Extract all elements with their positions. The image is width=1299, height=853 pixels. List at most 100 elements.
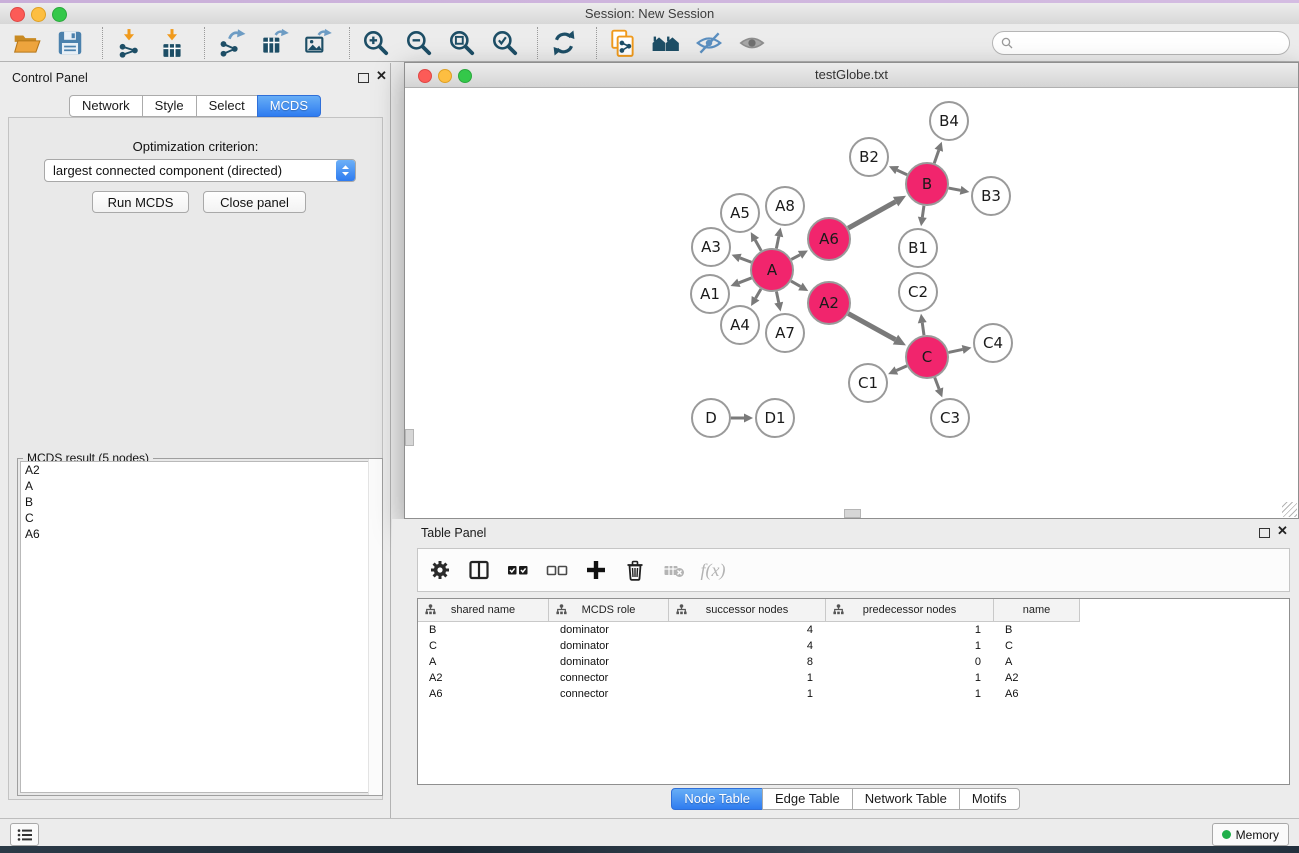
close-window-button[interactable]	[10, 7, 25, 22]
save-session-icon[interactable]	[55, 28, 85, 58]
tab-edge-table[interactable]: Edge Table	[762, 788, 853, 810]
edge-A-A2[interactable]	[791, 281, 800, 286]
edge-A-A1[interactable]	[739, 278, 752, 283]
edge-B-B3[interactable]	[949, 188, 961, 190]
canvas-bottom-grip[interactable]	[844, 509, 861, 518]
show-panels-list-button[interactable]	[10, 823, 39, 846]
export-image-icon[interactable]	[302, 28, 332, 58]
network-minimize-button[interactable]	[438, 69, 452, 83]
network-zoom-button[interactable]	[458, 69, 472, 83]
zoom-out-icon[interactable]	[404, 28, 434, 58]
window-resize-grip[interactable]	[1282, 502, 1297, 517]
edge-A-A3[interactable]	[740, 258, 751, 262]
edge-B-B2[interactable]	[897, 170, 907, 175]
column-header-shared-name[interactable]: shared name	[418, 599, 549, 621]
network-canvas-svg[interactable]: B4B2BB3A8A5A6B1A3AC2A1A2A4A7CC4C1C3DD1	[405, 88, 1298, 518]
delete-row-icon[interactable]	[622, 557, 648, 583]
network-close-button[interactable]	[418, 69, 432, 83]
hide-selected-icon[interactable]	[694, 28, 724, 58]
tab-motifs[interactable]: Motifs	[959, 788, 1020, 810]
table-options-icon[interactable]	[427, 557, 453, 583]
edge-arrow-A-A8	[774, 228, 783, 238]
edge-A-A6[interactable]	[791, 255, 800, 260]
network-window-titlebar[interactable]: testGlobe.txt	[405, 63, 1298, 88]
cell-predecessor-nodes: 0	[826, 656, 994, 668]
edge-A2-C[interactable]	[848, 314, 895, 340]
function-builder-icon[interactable]: f(x)	[700, 557, 726, 583]
close-panel-icon[interactable]: ✕	[1277, 526, 1288, 536]
tab-select[interactable]: Select	[196, 95, 258, 117]
result-item[interactable]: B	[21, 494, 379, 510]
float-panel-icon[interactable]	[358, 73, 369, 83]
show-columns-icon[interactable]	[466, 557, 492, 583]
deselect-all-icon[interactable]	[544, 557, 570, 583]
tab-style[interactable]: Style	[142, 95, 197, 117]
edge-C-C3[interactable]	[935, 378, 939, 389]
edge-A-A5[interactable]	[755, 240, 761, 251]
run-mcds-button[interactable]: Run MCDS	[92, 191, 189, 213]
import-network-icon[interactable]	[114, 28, 144, 58]
tab-mcds[interactable]: MCDS	[257, 95, 321, 117]
search-box	[992, 31, 1290, 55]
result-item[interactable]: A	[21, 478, 379, 494]
table-panel: Table Panel ✕ f(x) shared nameMCDS roles…	[392, 519, 1299, 818]
column-type-icon	[676, 604, 687, 615]
edge-B-B1[interactable]	[922, 206, 924, 218]
toolbar-separator	[204, 27, 206, 59]
node-label-A5: A5	[730, 204, 750, 222]
search-input[interactable]	[1017, 33, 1289, 53]
minimize-window-button[interactable]	[31, 7, 46, 22]
node-label-A8: A8	[775, 197, 795, 215]
first-neighbors-icon[interactable]	[651, 28, 681, 58]
table-panel-tabs: Node TableEdge TableNetwork TableMotifs	[392, 788, 1299, 810]
table-row[interactable]: Adominator80A	[418, 654, 1289, 670]
memory-button[interactable]: Memory	[1212, 823, 1289, 846]
tab-network-table[interactable]: Network Table	[852, 788, 960, 810]
select-all-icon[interactable]	[505, 557, 531, 583]
open-session-icon[interactable]	[12, 28, 42, 58]
show-all-icon[interactable]	[737, 28, 767, 58]
export-network-icon[interactable]	[216, 28, 246, 58]
column-header-predecessor-nodes[interactable]: predecessor nodes	[826, 599, 994, 621]
edge-B-B4[interactable]	[934, 150, 939, 163]
delete-table-icon[interactable]	[661, 557, 687, 583]
zoom-in-icon[interactable]	[361, 28, 391, 58]
close-panel-button[interactable]: Close panel	[203, 191, 306, 213]
refresh-layout-icon[interactable]	[549, 28, 579, 58]
result-item[interactable]: A2	[21, 462, 379, 478]
new-network-from-selection-icon[interactable]	[608, 28, 638, 58]
column-header-name[interactable]: name	[994, 599, 1079, 621]
result-item[interactable]: A6	[21, 526, 379, 542]
zoom-fit-icon[interactable]	[447, 28, 477, 58]
result-item[interactable]: C	[21, 510, 379, 526]
add-row-icon[interactable]	[583, 557, 609, 583]
edge-A-A4[interactable]	[756, 289, 761, 298]
tab-network[interactable]: Network	[69, 95, 143, 117]
close-panel-icon[interactable]: ✕	[376, 71, 387, 81]
export-table-icon[interactable]	[259, 28, 289, 58]
column-header-MCDS-role[interactable]: MCDS role	[549, 599, 669, 621]
float-panel-icon[interactable]	[1259, 528, 1270, 538]
cell-name: B	[994, 624, 1079, 636]
zoom-window-button[interactable]	[52, 7, 67, 22]
import-table-icon[interactable]	[157, 28, 187, 58]
tab-node-table[interactable]: Node Table	[671, 788, 763, 810]
edge-A-A7[interactable]	[776, 292, 778, 303]
table-row[interactable]: A6connector11A6	[418, 686, 1289, 702]
edge-A6-B[interactable]	[848, 202, 895, 229]
edge-C-C4[interactable]	[949, 349, 963, 352]
criterion-select[interactable]: largest connected component (directed)	[44, 159, 356, 182]
edge-C-C2[interactable]	[922, 323, 924, 336]
column-header-successor-nodes[interactable]: successor nodes	[669, 599, 826, 621]
zoom-selected-icon[interactable]	[490, 28, 520, 58]
edge-C-C1[interactable]	[896, 366, 907, 371]
edge-A-A8[interactable]	[776, 236, 778, 248]
mcds-result-list[interactable]: A2ABCA6	[20, 461, 380, 793]
network-canvas[interactable]: B4B2BB3A8A5A6B1A3AC2A1A2A4A7CC4C1C3DD1	[405, 88, 1298, 518]
result-scrollbar[interactable]	[368, 459, 382, 795]
table-row[interactable]: A2connector11A2	[418, 670, 1289, 686]
canvas-left-grip[interactable]	[405, 429, 414, 446]
table-row[interactable]: Cdominator41C	[418, 638, 1289, 654]
table-row[interactable]: Bdominator41B	[418, 622, 1289, 638]
cell-MCDS-role: connector	[549, 672, 669, 684]
